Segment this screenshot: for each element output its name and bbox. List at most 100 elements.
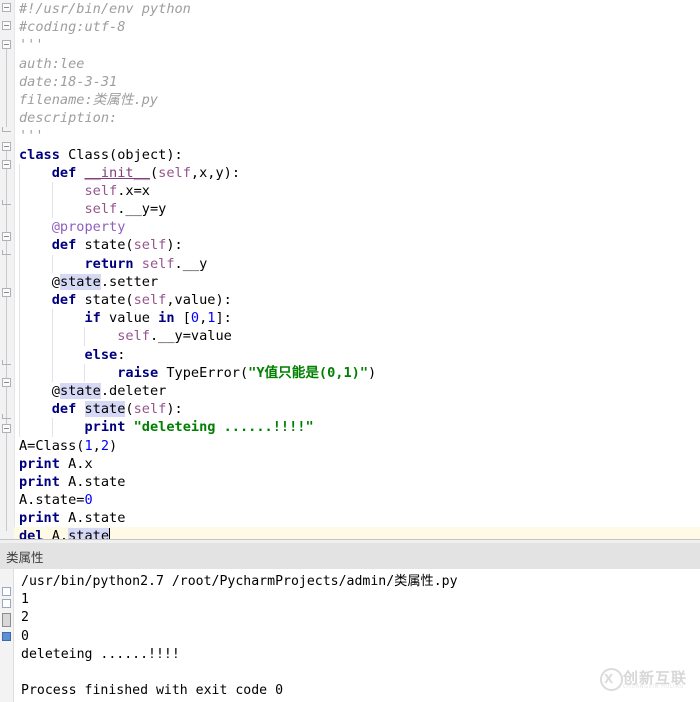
fold-marker[interactable] — [2, 40, 11, 49]
code-line[interactable]: #coding:utf-8 — [14, 18, 700, 36]
code-token-deco: @property — [51, 219, 126, 236]
code-token-kw: print — [84, 419, 134, 436]
fold-marker[interactable] — [2, 142, 11, 151]
code-line[interactable]: def state(self): — [14, 236, 700, 255]
code-token-plain: , — [92, 437, 101, 454]
code-line[interactable]: @state.setter — [14, 272, 700, 291]
console-line: 0 — [21, 628, 29, 644]
code-token-plain: .__y=value — [149, 328, 232, 345]
code-editor[interactable]: #!/usr/bin/env python #coding:utf-8 ''' aut… — [0, 0, 700, 539]
code-token-num: 2 — [100, 437, 110, 454]
code-token-plain: .setter — [100, 273, 159, 290]
tab-run-console[interactable]: 类属性 — [6, 547, 44, 566]
code-token-plain: .x=x — [117, 182, 150, 199]
print-icon[interactable] — [2, 613, 11, 627]
code-line[interactable]: ''' — [14, 127, 700, 145]
code-line[interactable]: del A.state — [14, 527, 700, 539]
code-line[interactable]: print A.state — [14, 473, 700, 491]
console-output: /usr/bin/python2.7 /root/PycharmProjects… — [13, 569, 700, 702]
fold-marker[interactable] — [2, 3, 11, 12]
code-line[interactable]: if value in [0,1]: — [14, 309, 700, 328]
indent-guide — [19, 181, 20, 201]
code-token-plain: @ — [51, 382, 60, 399]
code-token-self: self — [141, 255, 175, 272]
indent-guide — [19, 345, 20, 364]
code-token-plain: ): — [166, 237, 183, 254]
code-token-str: "deleteing ......!!!!" — [133, 419, 314, 436]
code-line[interactable]: raise TypeError("Y值只能是(0,1)") — [14, 363, 700, 382]
indent-guide — [19, 418, 20, 437]
watermark-subtext: CHUANGXIN HULIAN — [623, 684, 684, 690]
code-token-plain: [ — [182, 310, 191, 327]
fold-line — [6, 49, 7, 127]
code-line[interactable]: @state.deleter — [14, 381, 700, 401]
fold-marker[interactable] — [2, 288, 11, 297]
editor-gutter[interactable] — [0, 0, 15, 539]
code-token-plain: Class( — [68, 146, 118, 163]
fold-marker[interactable] — [2, 21, 11, 30]
code-line[interactable]: filename:类属性.py — [14, 91, 700, 109]
indent-guide — [51, 254, 53, 273]
code-line[interactable]: self.__y=value — [14, 327, 700, 346]
code-line[interactable]: def __init__(self,x,y): — [14, 163, 700, 182]
code-line[interactable]: ''' — [14, 36, 700, 54]
code-line[interactable]: A=Class(1,2) — [14, 437, 700, 455]
code-token-plain: A.state — [68, 473, 126, 490]
fold-end-marker — [2, 414, 11, 419]
code-token-plain: ): — [166, 401, 183, 418]
stop-icon[interactable] — [2, 599, 11, 608]
code-text-area[interactable]: #!/usr/bin/env python #coding:utf-8 ''' aut… — [14, 0, 700, 539]
console-toolbar[interactable] — [0, 569, 14, 702]
code-line[interactable]: auth:lee — [14, 55, 700, 73]
code-token-kw: def — [51, 237, 85, 254]
fold-marker[interactable] — [2, 378, 11, 387]
fold-marker[interactable] — [2, 424, 11, 433]
code-line[interactable]: description: — [14, 109, 700, 127]
code-line[interactable]: def state(self): — [14, 400, 700, 419]
code-line[interactable]: @property — [14, 218, 700, 237]
code-line[interactable]: A.state=0 — [14, 491, 700, 509]
fold-marker[interactable] — [2, 160, 11, 169]
code-line[interactable]: self.__y=y — [14, 200, 700, 219]
indent-guide — [19, 200, 20, 219]
code-token-kw: return — [84, 255, 142, 272]
code-token-kw: def — [51, 164, 85, 181]
scroll-icon[interactable] — [2, 632, 11, 641]
code-token-self: self — [133, 237, 167, 254]
code-line[interactable]: print A.state — [14, 509, 700, 527]
run-console[interactable]: /usr/bin/python2.7 /root/PycharmProjects… — [0, 569, 700, 702]
code-token-cmt: filename:类属性.py — [19, 91, 158, 108]
code-token-plain: ( — [125, 401, 134, 418]
code-token-kw: print — [19, 510, 69, 527]
code-token-self: self — [133, 401, 167, 418]
console-line: /usr/bin/python2.7 /root/PycharmProjects… — [21, 574, 458, 589]
indent-guide — [51, 418, 53, 437]
code-token-num: 1 — [84, 437, 93, 454]
code-token-dunder: __init__ — [84, 164, 150, 181]
code-line[interactable]: return self.__y — [14, 254, 700, 273]
code-token-hl: state — [68, 528, 110, 539]
fold-marker[interactable] — [2, 232, 11, 241]
code-line[interactable]: #!/usr/bin/env python — [14, 0, 700, 18]
code-line[interactable]: date:18-3-31 — [14, 73, 700, 91]
indent-guide — [51, 309, 53, 328]
run-tool-window-tabbar[interactable]: 类属性 — [0, 543, 700, 570]
code-token-plain: @ — [51, 273, 60, 290]
text-caret — [109, 528, 111, 539]
code-line[interactable]: else: — [14, 345, 700, 364]
code-line[interactable]: def state(self,value): — [14, 291, 700, 310]
rerun-icon[interactable] — [2, 587, 11, 596]
code-token-plain: : — [117, 346, 126, 363]
code-line[interactable]: class Class(object): — [14, 146, 700, 164]
code-line[interactable]: print A.x — [14, 455, 700, 473]
code-token-kw: def — [51, 401, 85, 418]
code-token-hl: state — [59, 273, 101, 290]
code-line[interactable]: print "deleteing ......!!!!" — [14, 418, 700, 437]
code-line[interactable]: self.x=x — [14, 181, 700, 201]
code-token-kw: def — [51, 292, 85, 308]
code-token-plain: A.state= — [19, 492, 85, 509]
